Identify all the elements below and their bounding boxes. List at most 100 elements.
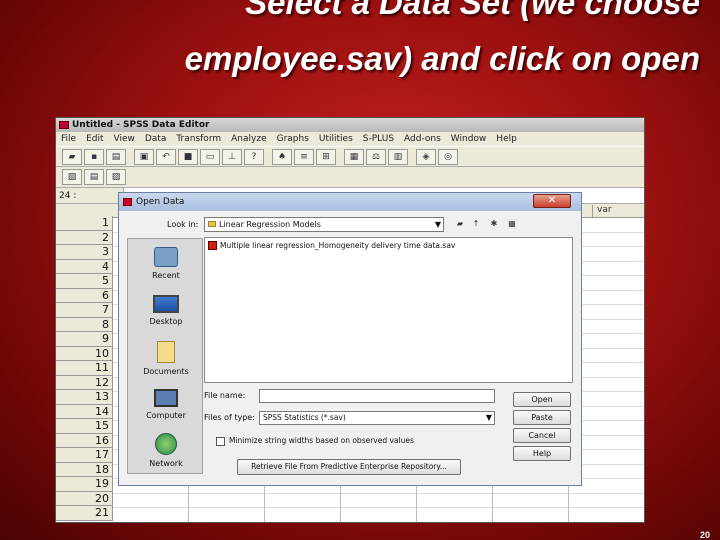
row-number[interactable]: 4 bbox=[56, 259, 113, 274]
row-number[interactable]: 8 bbox=[56, 317, 113, 332]
menu-graphs[interactable]: Graphs bbox=[272, 132, 314, 146]
row-number[interactable]: 15 bbox=[56, 419, 113, 434]
menu-help[interactable]: Help bbox=[491, 132, 522, 146]
menu-analyze[interactable]: Analyze bbox=[226, 132, 271, 146]
look-in-label: Look in: bbox=[167, 220, 199, 229]
find-icon[interactable]: ♠ bbox=[272, 148, 292, 165]
menubar: File Edit View Data Transform Analyze Gr… bbox=[56, 132, 644, 146]
place-documents[interactable]: Documents bbox=[128, 341, 204, 376]
help-button[interactable]: Help bbox=[513, 446, 571, 461]
open-button[interactable]: Open bbox=[513, 392, 571, 407]
use-sets-icon[interactable]: ◎ bbox=[438, 148, 458, 165]
recent-icon bbox=[154, 247, 178, 267]
goto-case-icon[interactable]: ▭ bbox=[200, 148, 220, 165]
look-in-value: Linear Regression Models bbox=[219, 220, 321, 229]
help-topic-icon[interactable]: ? bbox=[244, 148, 264, 165]
place-computer[interactable]: Computer bbox=[128, 389, 204, 420]
documents-icon bbox=[157, 341, 175, 363]
folder-icon[interactable]: ▰ bbox=[453, 217, 467, 231]
file-list[interactable]: Multiple linear regression_Homogeneity d… bbox=[204, 237, 573, 383]
spss-app-icon bbox=[59, 121, 69, 129]
files-of-type-label: Files of type: bbox=[204, 413, 255, 422]
menu-view[interactable]: View bbox=[109, 132, 140, 146]
place-recent[interactable]: Recent bbox=[128, 247, 204, 280]
row-number[interactable]: 1 bbox=[56, 216, 113, 231]
files-of-type-value: SPSS Statistics (*.sav) bbox=[263, 413, 346, 422]
dialog-title: Open Data bbox=[136, 197, 185, 207]
paste-button[interactable]: Paste bbox=[513, 410, 571, 425]
file-name-input[interactable] bbox=[259, 389, 495, 403]
row-number[interactable]: 21 bbox=[56, 506, 113, 521]
split-file-icon[interactable]: ▦ bbox=[344, 148, 364, 165]
menu-window[interactable]: Window bbox=[446, 132, 492, 146]
row-number[interactable]: 9 bbox=[56, 332, 113, 347]
row-number[interactable]: 10 bbox=[56, 346, 113, 361]
row-number[interactable]: 3 bbox=[56, 245, 113, 260]
file-name-label: File name: bbox=[204, 391, 246, 400]
insert-cases-icon[interactable]: ≡ bbox=[294, 148, 314, 165]
place-network[interactable]: Network bbox=[128, 433, 204, 468]
file-item[interactable]: Multiple linear regression_Homogeneity d… bbox=[208, 241, 455, 250]
menu-utilities[interactable]: Utilities bbox=[314, 132, 358, 146]
window-title: Untitled - SPSS Data Editor bbox=[72, 120, 210, 130]
window-titlebar: Untitled - SPSS Data Editor bbox=[56, 118, 644, 132]
undo-icon[interactable]: ↶ bbox=[156, 148, 176, 165]
row-number[interactable]: 19 bbox=[56, 477, 113, 492]
row-number[interactable]: 5 bbox=[56, 274, 113, 289]
place-desktop[interactable]: Desktop bbox=[128, 295, 204, 326]
weight-cases-icon[interactable]: ⚖ bbox=[366, 148, 386, 165]
dialog-recall-icon[interactable]: ▣ bbox=[134, 148, 154, 165]
open-data-dialog: Open Data ✕ Look in: Linear Regression M… bbox=[118, 192, 582, 486]
row-number[interactable]: 2 bbox=[56, 230, 113, 245]
variables-icon[interactable]: ⊥ bbox=[222, 148, 242, 165]
chevron-down-icon: ▼ bbox=[434, 220, 441, 229]
desktop-icon bbox=[153, 295, 179, 313]
save-icon[interactable]: ▪ bbox=[84, 148, 104, 165]
row-number[interactable]: 7 bbox=[56, 303, 113, 318]
chart-builder-icon[interactable]: ▧ bbox=[62, 169, 82, 185]
var-column-header[interactable]: var bbox=[592, 205, 642, 218]
slide-title-line-2: employee.sav) and click on open bbox=[184, 40, 700, 77]
close-button[interactable]: ✕ bbox=[533, 194, 571, 208]
open-folder-icon[interactable]: ▰ bbox=[62, 148, 82, 165]
file-name: Multiple linear regression_Homogeneity d… bbox=[220, 241, 456, 250]
row-number[interactable]: 20 bbox=[56, 491, 113, 506]
menu-s-plus[interactable]: S-PLUS bbox=[358, 132, 399, 146]
redo-icon[interactable]: ■ bbox=[178, 148, 198, 165]
dialog-titlebar: Open Data bbox=[119, 193, 581, 211]
files-of-type-select[interactable]: SPSS Statistics (*.sav) ▼ bbox=[259, 411, 495, 425]
dialog-app-icon bbox=[123, 198, 132, 206]
select-cases-icon[interactable]: ▥ bbox=[388, 148, 408, 165]
row-number[interactable]: 17 bbox=[56, 448, 113, 463]
row-number[interactable]: 12 bbox=[56, 375, 113, 390]
value-labels-icon[interactable]: ◈ bbox=[416, 148, 436, 165]
up-folder-icon[interactable]: ↑ bbox=[469, 217, 483, 231]
new-folder-icon[interactable]: ✱ bbox=[487, 217, 501, 231]
sav-file-icon bbox=[208, 241, 217, 250]
look-in-select[interactable]: Linear Regression Models ▼ bbox=[204, 217, 444, 232]
view-menu-icon[interactable]: ▦ bbox=[505, 217, 519, 231]
place-label: Computer bbox=[146, 411, 186, 420]
row-number[interactable]: 11 bbox=[56, 361, 113, 376]
folder-icon bbox=[208, 221, 216, 227]
row-number[interactable]: 6 bbox=[56, 288, 113, 303]
row-number[interactable]: 13 bbox=[56, 390, 113, 405]
menu-transform[interactable]: Transform bbox=[171, 132, 226, 146]
insert-variable-icon[interactable]: ⊞ bbox=[316, 148, 336, 165]
row-number[interactable]: 18 bbox=[56, 462, 113, 477]
place-label: Desktop bbox=[149, 317, 183, 326]
minimize-string-widths-checkbox[interactable] bbox=[216, 437, 225, 446]
menu-data[interactable]: Data bbox=[140, 132, 172, 146]
row-number[interactable]: 16 bbox=[56, 433, 113, 448]
row-headers: 1 2 3 4 5 6 7 8 9 10 11 12 13 14 15 16 1… bbox=[56, 216, 113, 521]
pivot-icon[interactable]: ▤ bbox=[84, 169, 104, 185]
retrieve-from-repository-button[interactable]: Retrieve File From Predictive Enterprise… bbox=[237, 459, 461, 475]
menu-file[interactable]: File bbox=[56, 132, 81, 146]
menu-edit[interactable]: Edit bbox=[81, 132, 108, 146]
cancel-button[interactable]: Cancel bbox=[513, 428, 571, 443]
print-icon[interactable]: ▤ bbox=[106, 148, 126, 165]
menu-add-ons[interactable]: Add-ons bbox=[399, 132, 446, 146]
row-number[interactable]: 14 bbox=[56, 404, 113, 419]
place-label: Network bbox=[149, 459, 183, 468]
script-icon[interactable]: ▨ bbox=[106, 169, 126, 185]
